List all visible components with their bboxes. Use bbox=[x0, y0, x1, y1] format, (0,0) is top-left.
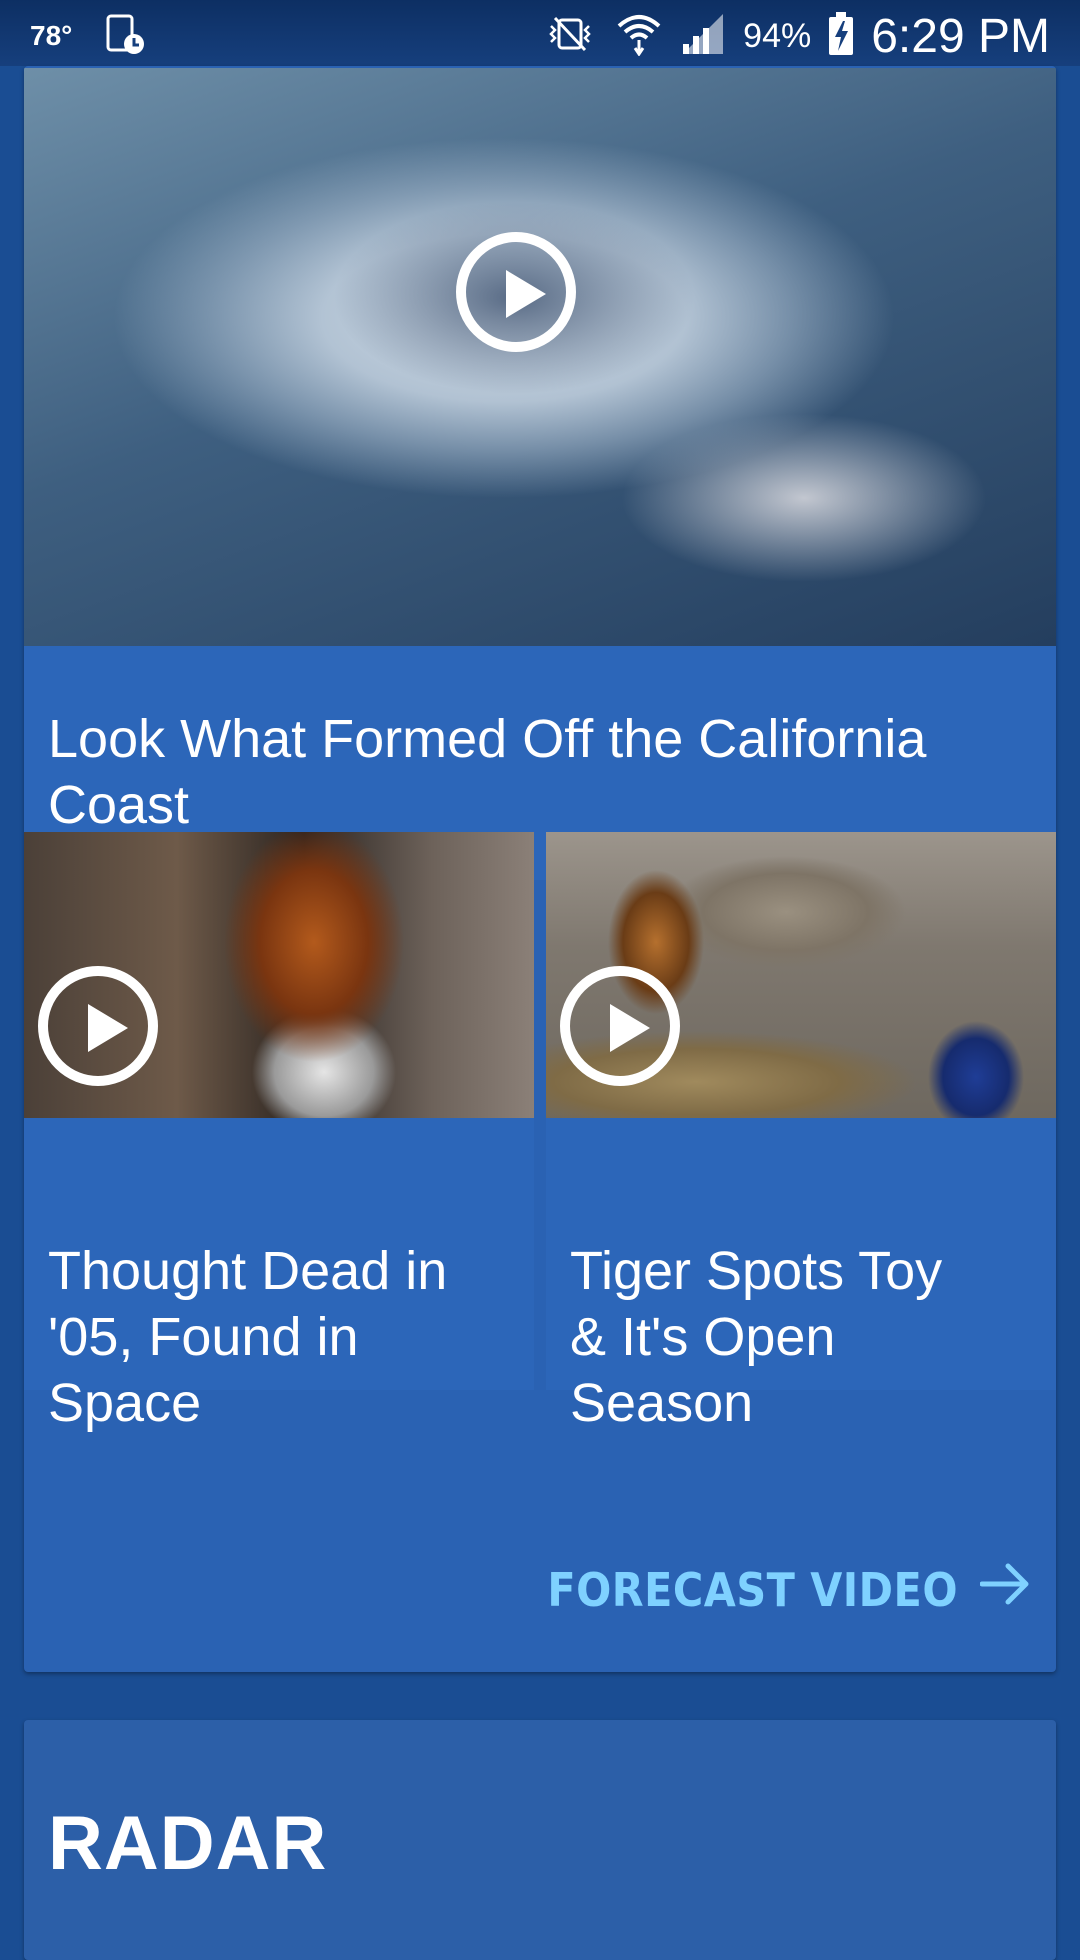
phone-clock-icon bbox=[106, 14, 146, 61]
arrow-right-icon bbox=[979, 1562, 1032, 1617]
battery-charging-icon bbox=[827, 11, 855, 62]
video-title[interactable]: Thought Dead in '05, Found in Space bbox=[48, 1238, 468, 1436]
featured-video-title[interactable]: Look What Formed Off the California Coas… bbox=[48, 706, 1008, 838]
wifi-icon bbox=[615, 12, 663, 61]
battery-percentage: 94% bbox=[743, 16, 812, 55]
radar-title: RADAR bbox=[48, 1801, 328, 1886]
clock: 6:29 PM bbox=[871, 9, 1050, 63]
status-icons: 94% 6:29 PM bbox=[541, 8, 1050, 64]
play-icon[interactable] bbox=[38, 966, 158, 1086]
forecast-video-link[interactable]: FORECAST VIDEO bbox=[547, 1562, 1032, 1617]
play-icon[interactable] bbox=[560, 966, 680, 1086]
play-icon[interactable] bbox=[456, 232, 576, 352]
signal-strength-icon bbox=[679, 12, 727, 61]
video-title[interactable]: Tiger Spots Toy & It's Open Season bbox=[570, 1238, 990, 1436]
vibrate-mute-icon bbox=[541, 14, 599, 59]
forecast-video-label: FORECAST VIDEO bbox=[547, 1562, 958, 1617]
temperature-indicator: 78° bbox=[30, 20, 73, 51]
status-bar: 78° 94% 6:29 PM bbox=[0, 0, 1080, 66]
featured-video-thumbnail[interactable] bbox=[24, 68, 1056, 646]
